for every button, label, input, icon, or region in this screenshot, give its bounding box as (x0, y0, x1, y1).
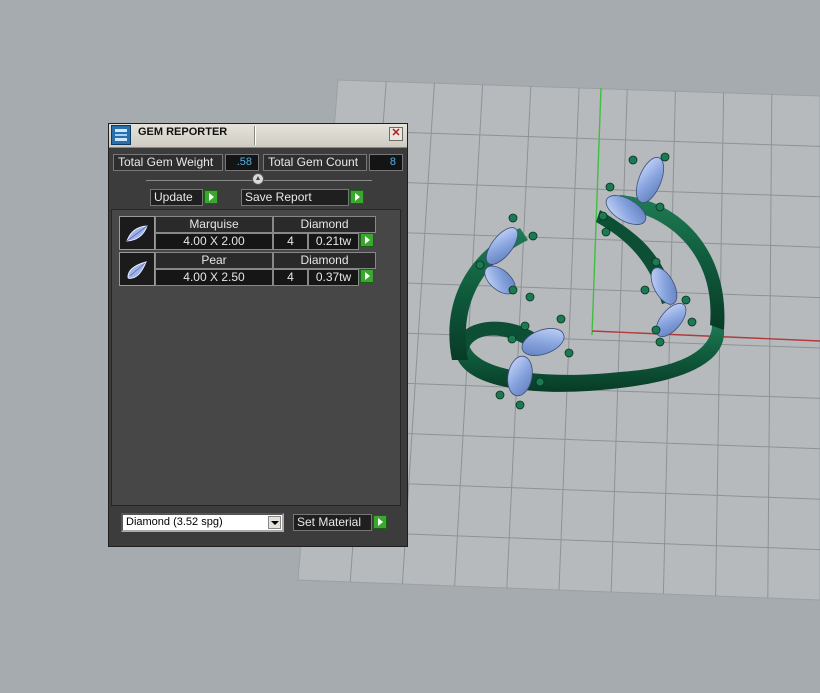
gem-reporter-icon (111, 125, 131, 145)
update-go-icon[interactable] (204, 190, 218, 204)
title-bar[interactable]: GEM REPORTER ✕ (109, 124, 407, 148)
material-select-value: Diamond (3.52 spg) (126, 516, 223, 528)
close-icon[interactable]: ✕ (389, 127, 403, 141)
gem-weight: 0.37tw (308, 269, 359, 286)
size-slider-handle[interactable] (252, 173, 264, 185)
select-gem-go-icon[interactable] (360, 269, 374, 283)
gem-size: 4.00 X 2.50 (155, 269, 273, 286)
total-gem-weight-value: .58 (225, 154, 259, 171)
total-gem-weight-label: Total Gem Weight (113, 154, 223, 171)
save-report-go-icon[interactable] (350, 190, 364, 204)
title-divider (254, 126, 256, 145)
material-select[interactable]: Diamond (3.52 spg) (121, 513, 284, 532)
update-button[interactable]: Update (150, 189, 203, 206)
set-material-button[interactable]: Set Material (293, 514, 372, 531)
gem-shape: Marquise (155, 216, 273, 233)
save-report-button[interactable]: Save Report (241, 189, 349, 206)
chevron-down-icon[interactable] (268, 516, 281, 529)
gem-count: 4 (273, 233, 308, 250)
gem-size: 4.00 X 2.00 (155, 233, 273, 250)
pear-gem-icon (119, 252, 155, 286)
gem-count: 4 (273, 269, 308, 286)
gem-material: Diamond (273, 216, 376, 233)
panel-title: GEM REPORTER (138, 126, 228, 138)
gem-weight: 0.21tw (308, 233, 359, 250)
gem-material: Diamond (273, 252, 376, 269)
gem-shape: Pear (155, 252, 273, 269)
gem-list: Marquise Diamond 4.00 X 2.00 4 0.21tw Pe… (111, 209, 401, 506)
set-material-go-icon[interactable] (373, 515, 387, 529)
gem-reporter-panel: GEM REPORTER ✕ Total Gem Weight .58 Tota… (108, 123, 408, 547)
gem-row-marquise[interactable]: Marquise Diamond 4.00 X 2.00 4 0.21tw (119, 216, 379, 250)
gem-row-pear[interactable]: Pear Diamond 4.00 X 2.50 4 0.37tw (119, 252, 379, 286)
marquise-gem-icon (119, 216, 155, 250)
total-gem-count-value: 8 (369, 154, 403, 171)
total-gem-count-label: Total Gem Count (263, 154, 367, 171)
select-gem-go-icon[interactable] (360, 233, 374, 247)
